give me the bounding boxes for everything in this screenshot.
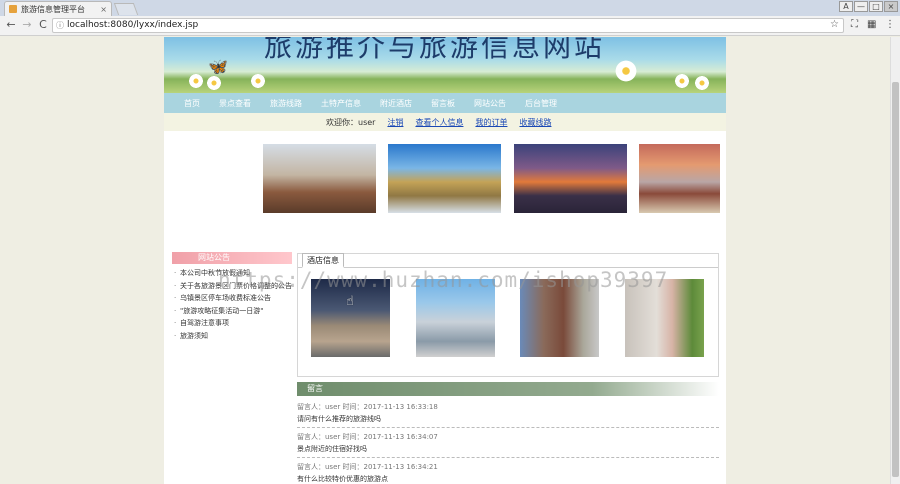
- announcement-panel: 网站公告 本公司中秋节放假通知 关于各旅游景区门票价格调整的公告 乌镇景区停车场…: [172, 252, 292, 347]
- nav-travel-routes[interactable]: 旅游线路: [270, 98, 302, 109]
- page-scrollbar[interactable]: [890, 37, 900, 484]
- tab-title: 旅游信息管理平台: [21, 4, 85, 14]
- announcement-item[interactable]: "旅游攻略征集活动一日游": [172, 305, 292, 318]
- nav-message-board[interactable]: 留言板: [431, 98, 455, 109]
- message-item: 留言人：user 时间：2017-11-13 16:33:18 请问有什么推荐的…: [297, 399, 719, 428]
- site-favicon-icon: [9, 5, 17, 13]
- scenic-image[interactable]: [388, 144, 501, 213]
- back-icon[interactable]: ←: [4, 18, 18, 32]
- profile-icon[interactable]: A: [839, 1, 853, 12]
- message-section-title: 留言: [297, 382, 719, 396]
- message-body: 有什么比较特价优惠的旅游点: [297, 475, 388, 483]
- nav-announcements[interactable]: 网站公告: [474, 98, 506, 109]
- message-meta: 留言人：user 时间：2017-11-13 16:34:07: [297, 433, 438, 441]
- maximize-icon[interactable]: □: [869, 1, 883, 12]
- main-navigation: 首页 景点查看 旅游线路 土特产信息 附近酒店 留言板 网站公告 后台管理: [164, 93, 726, 113]
- message-body: 请问有什么推荐的旅游线吗: [297, 415, 381, 423]
- logout-link[interactable]: 注销: [387, 117, 403, 128]
- main-content: 网站公告 本公司中秋节放假通知 关于各旅游景区门票价格调整的公告 乌镇景区停车场…: [164, 131, 726, 484]
- address-bar[interactable]: localhost:8080/lyxx/index.jsp: [52, 18, 844, 33]
- bookmark-star-icon[interactable]: ☆: [830, 19, 839, 30]
- favorites-link[interactable]: 收藏线路: [519, 117, 551, 128]
- message-meta: 留言人：user 时间：2017-11-13 16:33:18: [297, 403, 438, 411]
- nav-admin[interactable]: 后台管理: [525, 98, 557, 109]
- nav-home[interactable]: 首页: [184, 98, 200, 109]
- menu-icon[interactable]: ⋮: [885, 19, 895, 30]
- nav-local-products[interactable]: 土特产信息: [321, 98, 361, 109]
- welcome-text: 欢迎你：user: [326, 117, 376, 127]
- scrollbar-thumb[interactable]: [892, 82, 899, 477]
- message-body: 景点附近的住宿好找吗: [297, 445, 367, 453]
- scenic-image[interactable]: [514, 144, 627, 213]
- web-page: 旅游推介与旅游信息网站 🦋 首页 景点查看 旅游线路 土特产信息 附近酒店 留言…: [0, 37, 890, 484]
- message-item: 留言人：user 时间：2017-11-13 16:34:07 景点附近的住宿好…: [297, 429, 719, 458]
- mouse-cursor-icon: ☝: [346, 294, 354, 309]
- flower-icon: [206, 75, 222, 91]
- scenic-image[interactable]: [263, 144, 376, 213]
- browser-tab[interactable]: 旅游信息管理平台 ×: [4, 1, 112, 16]
- flower-icon: [674, 73, 690, 89]
- cast-icon[interactable]: ▦: [867, 19, 876, 30]
- nav-scenic-spots[interactable]: 景点查看: [219, 98, 251, 109]
- tab-hotel-info[interactable]: 酒店信息: [302, 253, 344, 268]
- announcement-item[interactable]: 乌镇景区停车场收费标准公告: [172, 292, 292, 305]
- flower-icon: [614, 59, 638, 83]
- watermark-text: https://www.huzhan.com/ishop39397: [218, 268, 669, 292]
- nav-nearby-hotels[interactable]: 附近酒店: [380, 98, 412, 109]
- close-window-icon[interactable]: ×: [884, 1, 898, 12]
- scenic-image[interactable]: [639, 144, 720, 213]
- announcement-item[interactable]: 自驾游注意事项: [172, 317, 292, 330]
- announcement-title: 网站公告: [172, 252, 292, 264]
- minimize-icon[interactable]: —: [854, 1, 868, 12]
- message-meta: 留言人：user 时间：2017-11-13 16:34:21: [297, 463, 438, 471]
- browser-tab-strip: 旅游信息管理平台 × A — □ ×: [0, 0, 900, 16]
- site-info-icon[interactable]: ⓘ: [56, 20, 64, 31]
- message-item: 留言人：user 时间：2017-11-13 16:34:21 有什么比较特价优…: [297, 459, 719, 484]
- extension-icon[interactable]: ⛶: [851, 19, 858, 30]
- window-controls: A — □ ×: [839, 1, 898, 12]
- forward-icon[interactable]: →: [20, 18, 34, 32]
- announcement-item[interactable]: 旅游须知: [172, 330, 292, 343]
- profile-link[interactable]: 查看个人信息: [415, 117, 463, 128]
- butterfly-icon: 🦋: [208, 57, 228, 76]
- site-banner: 旅游推介与旅游信息网站 🦋: [164, 37, 726, 93]
- browser-toolbar: ← → C localhost:8080/lyxx/index.jsp ⓘ ☆ …: [0, 16, 900, 36]
- banner-title: 旅游推介与旅游信息网站: [264, 37, 606, 63]
- orders-link[interactable]: 我的订单: [475, 117, 507, 128]
- flower-icon: [250, 73, 266, 89]
- flower-icon: [188, 73, 204, 89]
- new-tab-button[interactable]: [113, 3, 139, 15]
- tab-close-icon[interactable]: ×: [100, 5, 107, 14]
- reload-icon[interactable]: C: [36, 18, 50, 32]
- flower-icon: [694, 75, 710, 91]
- user-bar: 欢迎你：user 注销 查看个人信息 我的订单 收藏线路: [164, 113, 726, 131]
